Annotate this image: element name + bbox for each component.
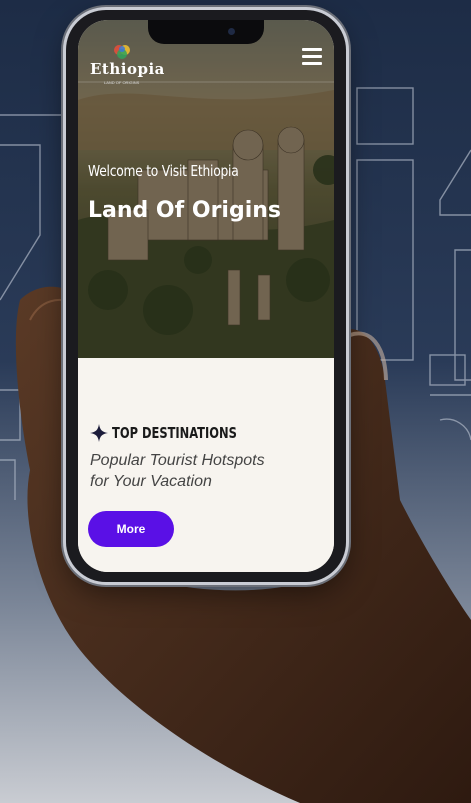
phone-device: Ethiopia LAND OF ORIGINS Welcome to Visi… xyxy=(66,10,346,582)
phone-notch xyxy=(148,20,264,44)
section-subtitle: Popular Tourist Hotspots for Your Vacati… xyxy=(90,450,330,492)
subtitle-line-2: for Your Vacation xyxy=(90,473,212,490)
brand-logo[interactable]: Ethiopia LAND OF ORIGINS xyxy=(90,42,170,86)
brand-tagline: LAND OF ORIGINS xyxy=(104,80,140,85)
section-label: TOP DESTINATIONS xyxy=(90,424,259,442)
front-camera xyxy=(228,28,235,35)
brand-name: Ethiopia xyxy=(90,60,165,78)
welcome-text: Welcome to Visit Ethiopia xyxy=(88,162,239,180)
ethiopia-logo-icon xyxy=(114,45,130,59)
hero-banner: Ethiopia LAND OF ORIGINS Welcome to Visi… xyxy=(78,20,334,358)
hamburger-menu-icon[interactable] xyxy=(302,48,322,66)
more-button[interactable]: More xyxy=(88,511,174,547)
hero-title: Land Of Origins xyxy=(88,198,282,223)
section-label-text: TOP DESTINATIONS xyxy=(112,424,237,442)
destinations-section: TOP DESTINATIONS Popular Tourist Hotspot… xyxy=(78,358,334,572)
subtitle-line-1: Popular Tourist Hotspots xyxy=(90,452,265,469)
phone-screen: Ethiopia LAND OF ORIGINS Welcome to Visi… xyxy=(78,20,334,572)
sparkle-star-icon xyxy=(90,424,108,442)
